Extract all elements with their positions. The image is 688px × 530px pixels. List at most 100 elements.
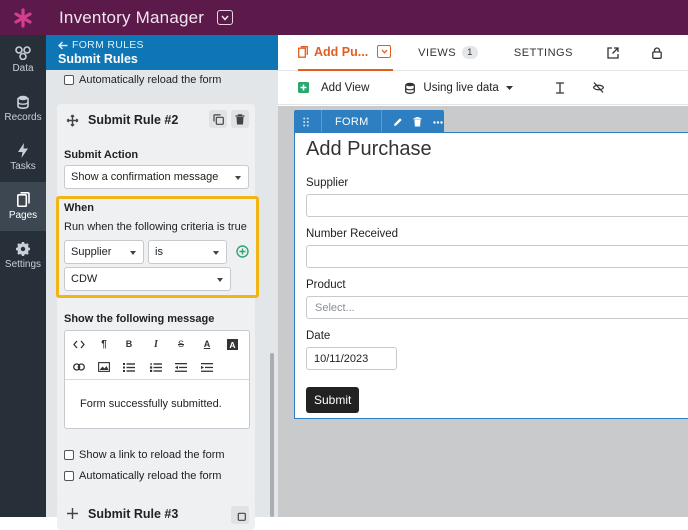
plus-square-icon [298,82,309,93]
live-data-dropdown[interactable]: Using live data [405,81,513,94]
submit-action-label: Submit Action [64,149,139,161]
open-external-icon[interactable] [607,46,619,59]
add-criteria-button[interactable] [236,245,249,258]
duplicate-rule-3-button[interactable] [231,506,249,524]
code-view-icon[interactable] [72,337,86,351]
supplier-input[interactable] [306,194,688,217]
tab-settings[interactable]: SETTINGS [514,47,573,59]
criteria-operator-value: is [155,246,163,258]
nav-pages-label: Pages [8,210,38,221]
copy-icon [212,113,224,125]
page-canvas: FORM Add Purchase Supplier Number Receiv… [278,106,688,517]
page-menu-button[interactable] [377,45,392,58]
database-icon [405,82,416,94]
auto-reload-row-top: Automatically reload the form [64,74,221,86]
app-title: Inventory Manager [59,7,205,27]
message-editor: ¶ B I S A A Form successfully submitted. [64,330,250,429]
criteria-field-value: Supplier [71,246,112,258]
move-handle-icon[interactable] [66,507,79,520]
text-height-icon[interactable] [555,81,565,94]
copy-icon [235,510,246,521]
number-received-input[interactable] [306,245,688,268]
rule-3-title: Submit Rule #3 [88,507,179,521]
show-reload-link-row: Show a link to reload the form [64,449,225,461]
link-icon[interactable] [72,360,86,374]
nav-settings-label: Settings [4,258,42,270]
date-input[interactable]: 10/11/2023 [306,347,397,370]
submit-button[interactable]: Submit [306,387,360,413]
back-link-label: FORM RULES [72,39,144,51]
product-label: Product [306,279,346,291]
settings-icon [16,241,30,256]
submit-action-select[interactable]: Show a confirmation message [64,165,249,189]
criteria-field-select[interactable]: Supplier [64,240,144,264]
lock-icon[interactable] [652,46,662,59]
page-tabs: Add Pu... VIEWS 1 SETTINGS [278,35,688,71]
auto-reload-checkbox[interactable] [64,471,74,481]
move-handle-icon[interactable] [66,114,79,127]
nav-settings[interactable]: Settings [0,231,46,280]
italic-icon[interactable]: I [149,337,163,351]
strikethrough-icon[interactable]: S [174,337,188,351]
nav-data[interactable]: Data [0,35,46,84]
arrow-left-icon [58,40,68,50]
chevron-down-icon [217,278,223,282]
indent-icon[interactable] [200,360,214,374]
form-view-toolbar: FORM [294,110,444,134]
auto-reload-checkbox-top[interactable] [64,75,74,85]
highlight-color-icon[interactable]: A [225,337,239,351]
form-view-label: FORM [335,116,369,128]
add-view-label: Add View [321,81,370,94]
nav-records-label: Records [4,111,42,123]
duplicate-rule-button[interactable] [209,110,227,128]
back-link[interactable]: FORM RULES [58,39,278,51]
hide-design-icon[interactable] [592,81,605,94]
paragraph-icon[interactable]: ¶ [97,337,111,351]
nav-pages[interactable]: Pages [0,182,46,231]
views-count-badge: 1 [462,46,478,59]
app-menu-button[interactable] [217,10,234,25]
message-text[interactable]: Form successfully submitted. [80,398,222,410]
tab-views[interactable]: VIEWS 1 [418,46,478,59]
trash-icon[interactable] [413,117,422,127]
chevron-down-icon [130,251,136,255]
editor-toolbar: Add View Using live data [278,71,688,105]
tab-page[interactable]: Add Pu... [298,35,394,71]
page-editor: Add Pu... VIEWS 1 SETTINGS Add View Usin… [278,35,688,517]
font-color-icon[interactable]: A [200,337,214,351]
nav-data-label: Data [12,62,34,74]
numbered-list-icon[interactable] [149,360,163,374]
add-purchase-form: Add Purchase Supplier Number Received Pr… [294,132,688,419]
formbar-divider [321,110,322,134]
criteria-text: Run when the following criteria is true [64,221,247,233]
chevron-down-icon [235,176,241,180]
add-view-button[interactable]: Add View [298,82,369,94]
more-options-icon[interactable] [432,120,443,124]
bullet-list-icon[interactable] [122,360,136,374]
drag-handle-icon[interactable] [303,117,309,127]
show-reload-link-checkbox[interactable] [64,450,74,460]
image-icon[interactable] [97,360,111,374]
left-nav: Data Records Tasks Pages Settings [0,35,46,517]
data-icon [15,45,31,60]
formbar-divider [380,110,382,134]
outdent-icon[interactable] [174,360,188,374]
edit-icon[interactable] [393,117,403,127]
criteria-operator-select[interactable]: is [148,240,227,264]
nav-tasks[interactable]: Tasks [0,133,46,182]
panel-header: FORM RULES Submit Rules [46,35,278,70]
panel-scrollbar[interactable] [270,353,274,517]
nav-records[interactable]: Records [0,84,46,133]
criteria-value: CDW [71,273,98,285]
editor-divider [65,379,249,380]
svg-text:A: A [229,340,235,350]
app-logo-icon[interactable] [0,0,46,35]
chevron-down-icon [381,49,388,54]
bold-icon[interactable]: B [122,337,136,351]
live-data-label: Using live data [423,81,499,94]
product-select[interactable]: Select... [306,296,688,319]
criteria-value-select[interactable]: CDW [64,267,231,291]
rule-3-header: Submit Rule #3 [57,500,255,528]
delete-rule-button[interactable] [231,110,249,128]
product-placeholder: Select... [315,301,355,314]
